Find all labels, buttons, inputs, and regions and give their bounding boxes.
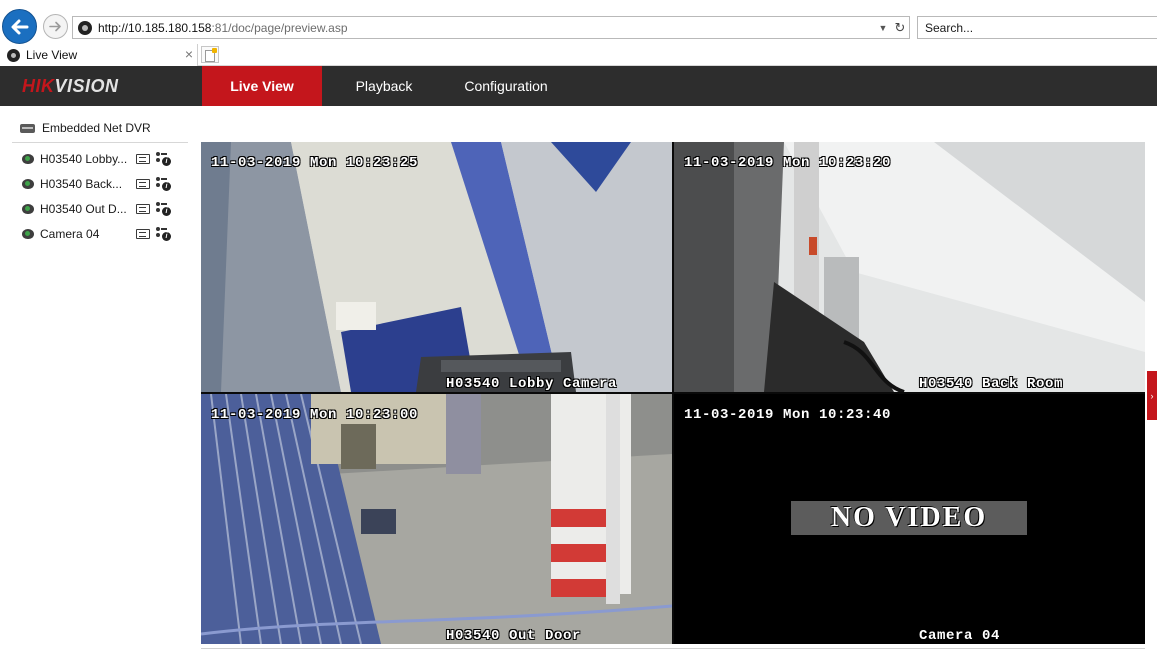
- camera-item-lobby[interactable]: H03540 Lobby... i: [22, 150, 182, 168]
- osd-timestamp: 11-03-2019 Mon 10:23:20: [684, 155, 892, 171]
- camera-label: H03540 Out D...: [40, 202, 127, 216]
- video-tile-lobby[interactable]: 11-03-2019 Mon 10:23:25 H03540 Lobby Cam…: [201, 142, 672, 392]
- address-dropdown-icon[interactable]: ▼: [875, 23, 891, 33]
- ptz-info-icon[interactable]: i: [155, 201, 171, 217]
- no-video-banner: NO VIDEO: [791, 501, 1027, 535]
- back-arrow-icon: [11, 19, 28, 34]
- osd-camera-name: H03540 Lobby Camera: [446, 376, 618, 392]
- ptz-info-icon[interactable]: i: [155, 226, 171, 242]
- nav-tab-playback[interactable]: Playback: [330, 66, 438, 106]
- camera-icon: [22, 229, 34, 239]
- camera-label: H03540 Lobby...: [40, 152, 128, 166]
- hikvision-logo: HIKVISION: [22, 76, 119, 96]
- osd-timestamp: 11-03-2019 Mon 10:23:25: [211, 155, 419, 171]
- search-input[interactable]: [925, 20, 1145, 35]
- toolbar-divider: [201, 648, 1145, 649]
- tab-favicon-icon: [7, 48, 20, 62]
- new-tab-button[interactable]: [201, 46, 219, 63]
- device-label: Embedded Net DVR: [42, 121, 151, 135]
- nav-tab-configuration[interactable]: Configuration: [446, 66, 566, 106]
- video-tile-out-door[interactable]: 11-03-2019 Mon 10:23:00 H03540 Out Door: [201, 394, 672, 644]
- tab-live-view[interactable]: Live View ×: [0, 44, 198, 66]
- out-door-camera-feed: [201, 394, 672, 644]
- url-host: http://10.185.180.158: [98, 20, 212, 35]
- osd-camera-name: Camera 04: [919, 628, 1001, 644]
- osd-camera-name: H03540 Back Room: [919, 376, 1064, 392]
- camera-item-out-door[interactable]: H03540 Out D... i: [22, 200, 182, 218]
- ptz-info-icon[interactable]: i: [155, 151, 171, 167]
- video-tile-camera-04[interactable]: 11-03-2019 Mon 10:23:40 NO VIDEO Camera …: [674, 394, 1145, 644]
- live-view-grid: 11-03-2019 Mon 10:23:25 H03540 Lobby Cam…: [201, 142, 1145, 644]
- video-tile-back-room[interactable]: 11-03-2019 Mon 10:23:20 H03540 Back Room: [674, 142, 1145, 392]
- forward-button[interactable]: [43, 14, 68, 39]
- back-button[interactable]: [2, 9, 37, 44]
- device-sidebar: Embedded Net DVR H03540 Lobby... i H0354…: [0, 106, 190, 653]
- tab-close-icon[interactable]: ×: [185, 46, 193, 62]
- record-icon[interactable]: [136, 229, 150, 239]
- osd-camera-name: H03540 Out Door: [446, 628, 582, 644]
- camera-label: H03540 Back...: [40, 177, 123, 191]
- site-favicon-icon: [78, 20, 92, 35]
- device-node[interactable]: Embedded Net DVR: [20, 121, 151, 135]
- osd-timestamp: 11-03-2019 Mon 10:23:40: [684, 407, 892, 423]
- camera-label: Camera 04: [40, 227, 100, 241]
- camera-item-camera-04[interactable]: Camera 04 i: [22, 225, 182, 243]
- record-icon[interactable]: [136, 179, 150, 189]
- ptz-info-icon[interactable]: i: [155, 176, 171, 192]
- sidebar-divider: [12, 142, 188, 143]
- lobby-camera-feed: [201, 142, 672, 392]
- search-box[interactable]: [917, 16, 1157, 39]
- nav-tab-live-view[interactable]: Live View: [202, 66, 322, 106]
- app-header: HIKVISION Live View Playback Configurati…: [0, 66, 1157, 106]
- tab-title: Live View: [26, 48, 78, 62]
- osd-timestamp: 11-03-2019 Mon 10:23:00: [211, 407, 419, 423]
- camera-icon: [22, 179, 34, 189]
- url-path: :81/doc/page/preview.asp: [211, 20, 348, 35]
- record-icon[interactable]: [136, 154, 150, 164]
- expand-panel-handle[interactable]: ›: [1147, 371, 1157, 420]
- camera-icon: [22, 204, 34, 214]
- camera-item-back-room[interactable]: H03540 Back... i: [22, 175, 182, 193]
- record-icon[interactable]: [136, 204, 150, 214]
- back-room-camera-feed: [674, 142, 1145, 392]
- browser-toolbar: http://10.185.180.158:81/doc/page/previe…: [0, 0, 1157, 44]
- forward-arrow-icon: [49, 21, 61, 32]
- address-bar[interactable]: http://10.185.180.158:81/doc/page/previe…: [72, 16, 910, 39]
- dvr-icon: [20, 123, 35, 133]
- tab-strip: Live View ×: [0, 44, 1157, 66]
- refresh-icon[interactable]: ↻: [891, 20, 909, 36]
- camera-icon: [22, 154, 34, 164]
